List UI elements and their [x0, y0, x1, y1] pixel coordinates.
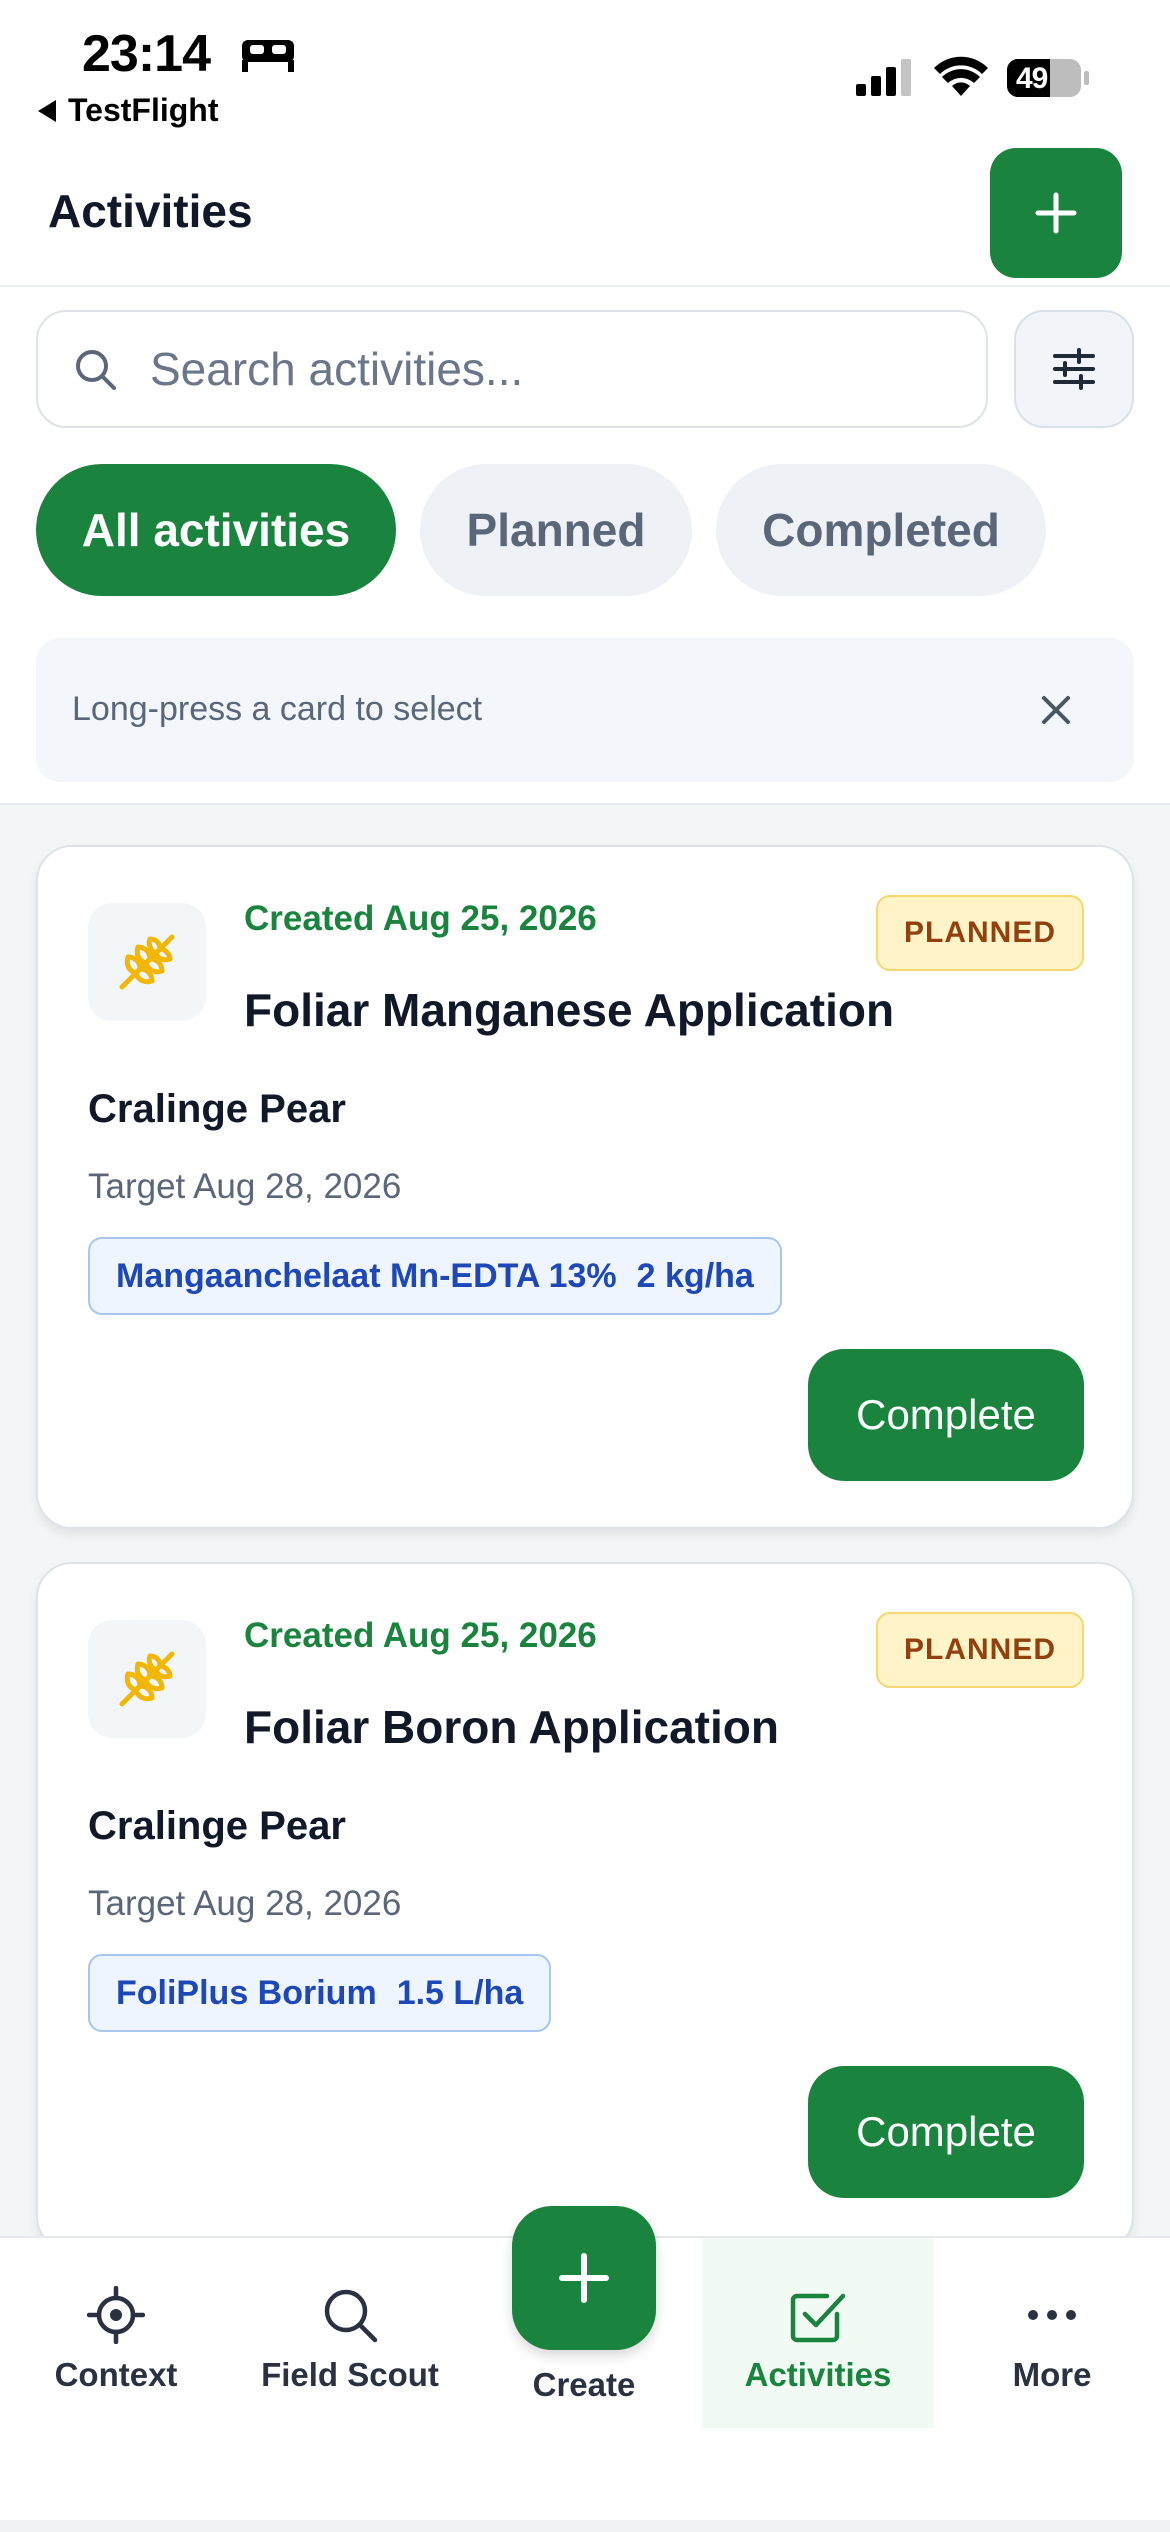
- hint-text: Long-press a card to select: [72, 690, 483, 728]
- nav-more[interactable]: More: [936, 2238, 1168, 2428]
- nav-more-label: More: [1012, 2356, 1092, 2393]
- field-name: Cralinge Pear: [88, 1804, 346, 1848]
- activity-title: Foliar Boron Application: [244, 1701, 779, 1753]
- created-date: Created Aug 25, 2026: [244, 1616, 597, 1655]
- nav-create[interactable]: Create: [468, 2206, 700, 2428]
- nav-create-label: Create: [532, 2366, 636, 2403]
- complete-button[interactable]: Complete: [808, 2066, 1084, 2198]
- search-icon: [324, 2289, 378, 2343]
- activity-card[interactable]: Created Aug 25, 2026 Foliar Boron Applic…: [36, 1562, 1134, 2252]
- product-name: Mangaanchelaat Mn-EDTA 13%: [116, 1256, 617, 1295]
- list-divider: [0, 803, 1170, 805]
- target-date: Target Aug 28, 2026: [88, 1884, 402, 1923]
- product-rate: 1.5 L/ha: [396, 1973, 524, 2012]
- product-rate: 2 kg/ha: [636, 1256, 754, 1295]
- complete-button[interactable]: Complete: [808, 1349, 1084, 1481]
- plus-icon: [1035, 192, 1077, 234]
- field-name: Cralinge Pear: [88, 1087, 346, 1131]
- tab-all-activities[interactable]: All activities: [36, 464, 396, 596]
- search-input[interactable]: [150, 342, 950, 396]
- header-divider: [0, 285, 1170, 287]
- crop-badge: [88, 903, 206, 1021]
- selection-hint-banner: Long-press a card to select: [36, 638, 1134, 782]
- home-indicator: [0, 2520, 1170, 2532]
- wheat-icon: [119, 1651, 175, 1707]
- nav-field-scout[interactable]: Field Scout: [234, 2238, 466, 2428]
- product-chip: FoliPlus Borium 1.5 L/ha: [88, 1954, 552, 2032]
- bed-icon: [242, 40, 294, 72]
- cellular-signal-icon: [856, 59, 911, 96]
- bottom-navigation: Context Field Scout Create Activities Mo…: [0, 2206, 1170, 2532]
- create-fab-button[interactable]: [512, 2206, 656, 2350]
- close-icon[interactable]: [1036, 690, 1076, 730]
- sliders-icon: [1053, 348, 1095, 390]
- product-name: FoliPlus Borium: [116, 1973, 377, 2012]
- status-badge: PLANNED: [875, 895, 1084, 971]
- wheat-icon: [119, 934, 175, 990]
- product-chip: Mangaanchelaat Mn-EDTA 13% 2 kg/ha: [88, 1237, 782, 1315]
- filter-button[interactable]: [1014, 310, 1134, 428]
- search-bar[interactable]: [36, 310, 988, 428]
- plus-icon: [559, 2253, 609, 2303]
- status-badge: PLANNED: [875, 1612, 1084, 1688]
- wifi-icon: [934, 56, 988, 96]
- nav-field-scout-label: Field Scout: [261, 2356, 439, 2393]
- tab-planned[interactable]: Planned: [420, 464, 692, 596]
- more-dots-icon: [1028, 2310, 1076, 2320]
- crosshair-icon: [87, 2286, 145, 2344]
- search-icon: [76, 350, 116, 390]
- back-app-label: TestFlight: [68, 92, 219, 128]
- add-activity-button[interactable]: [990, 148, 1122, 278]
- crop-badge: [88, 1620, 206, 1738]
- tab-completed[interactable]: Completed: [716, 464, 1046, 596]
- nav-context[interactable]: Context: [0, 2238, 232, 2428]
- activity-card[interactable]: Created Aug 25, 2026 Foliar Manganese Ap…: [36, 845, 1134, 1529]
- back-to-app-link[interactable]: TestFlight: [38, 92, 219, 129]
- checkbox-icon: [790, 2293, 846, 2343]
- nav-activities[interactable]: Activities: [702, 2238, 934, 2428]
- target-date: Target Aug 28, 2026: [88, 1167, 402, 1206]
- page-title: Activities: [48, 185, 253, 237]
- back-triangle-icon: [38, 99, 56, 122]
- activity-title: Foliar Manganese Application: [244, 984, 895, 1036]
- status-time: 23:14: [82, 25, 211, 83]
- created-date: Created Aug 25, 2026: [244, 899, 597, 938]
- nav-activities-label: Activities: [744, 2356, 892, 2393]
- battery-percent: 49: [1016, 62, 1048, 95]
- nav-context-label: Context: [54, 2356, 178, 2393]
- battery-icon: 49: [1006, 56, 1090, 100]
